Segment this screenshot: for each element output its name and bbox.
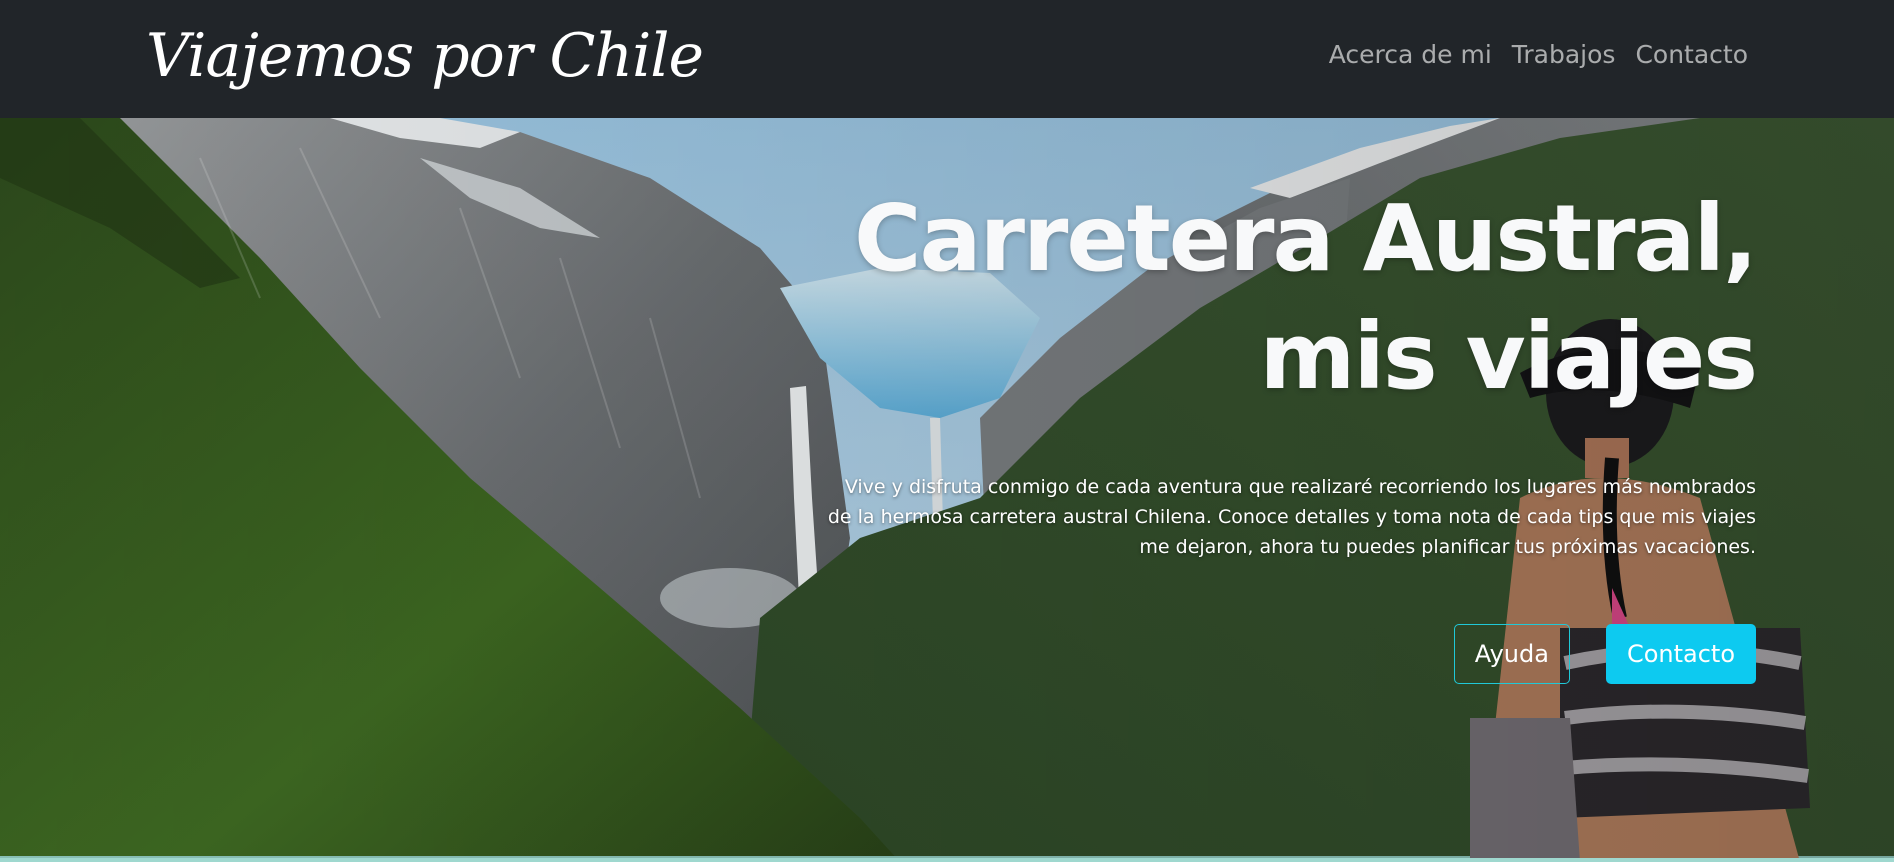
page: Viajemos por Chile Acerca de mi Trabajos… <box>0 0 1894 862</box>
hero-title: Carretera Austral, mis viajes <box>756 180 1758 416</box>
nav-link-trabajos[interactable]: Trabajos <box>1512 36 1616 74</box>
hero-title-line2: mis viajes <box>1259 303 1758 410</box>
hero-section: Carretera Austral, mis viajes Vive y dis… <box>0 118 1894 862</box>
nav-link-acerca[interactable]: Acerca de mi <box>1329 36 1492 74</box>
hero-buttons: Ayuda Contacto <box>756 624 1756 684</box>
navbar: Viajemos por Chile Acerca de mi Trabajos… <box>0 0 1894 118</box>
nav-link-contacto[interactable]: Contacto <box>1635 36 1748 74</box>
hero-bottom-strip <box>0 858 1894 862</box>
hero-description: Vive y disfruta conmigo de cada aventura… <box>827 476 1756 558</box>
hero-title-line1: Carretera Austral, <box>854 185 1758 292</box>
hero-content: Carretera Austral, mis viajes Vive y dis… <box>756 180 1758 684</box>
contact-button[interactable]: Contacto <box>1605 624 1756 684</box>
help-button[interactable]: Ayuda <box>1453 624 1570 684</box>
brand-logo[interactable]: Viajemos por Chile <box>146 14 704 98</box>
nav-links: Acerca de mi Trabajos Contacto <box>1329 36 1748 74</box>
